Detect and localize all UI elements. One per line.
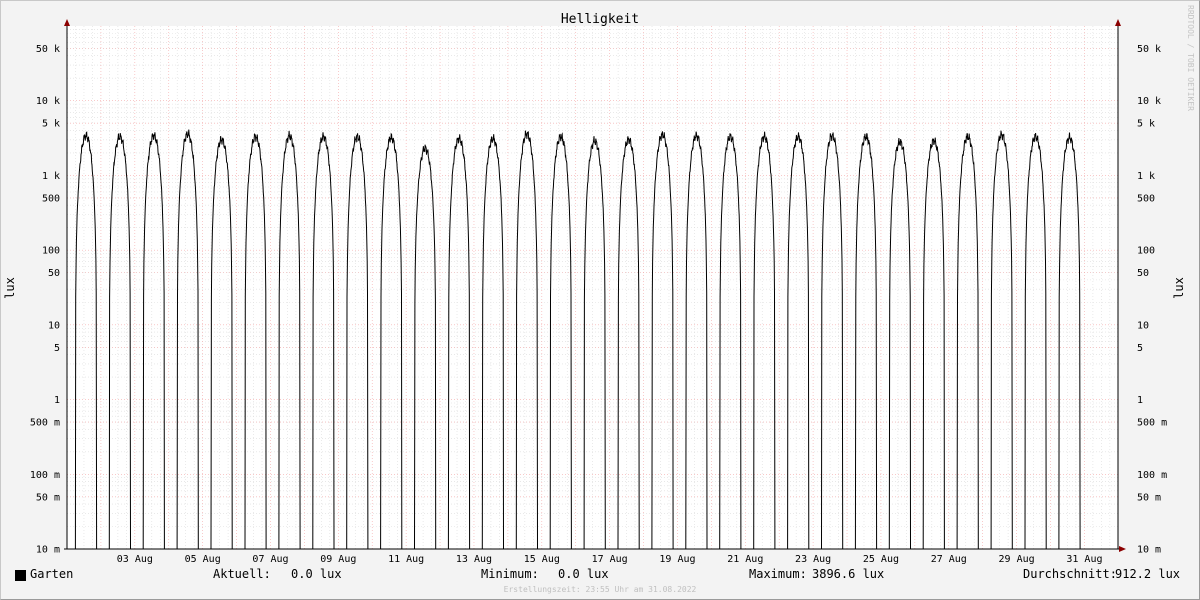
legend-max-value: 3896.6 lux [812,567,885,581]
legend-min-label: Minimum: [481,567,539,581]
y-tick-label-left: 10 m [36,545,60,556]
rrdtool-watermark: RRDTOOL / TOBI OETIKER [1186,5,1195,111]
y-tick-label-right: 10 k [1137,96,1161,107]
y-tick-label-right: 10 m [1137,545,1161,556]
creation-time-footer: Erstellungszeit: 23:55 Uhr am 31.08.2022 [503,585,697,594]
y-tick-label-left: 5 k [42,119,60,130]
legend-series-name: Garten [30,567,74,581]
y-axis-arrow-left [64,19,70,26]
x-tick-label: 21 Aug [727,554,763,565]
x-tick-label: 09 Aug [320,554,356,565]
x-tick-label: 03 Aug [117,554,153,565]
y-tick-label-left: 10 k [36,96,60,107]
x-tick-label: 23 Aug [795,554,831,565]
x-tick-label: 11 Aug [388,554,424,565]
y-tick-label-left: 100 [42,246,60,257]
x-tick-label: 29 Aug [999,554,1035,565]
y-tick-label-left: 5 [54,343,60,354]
y-tick-label-right: 1 k [1137,171,1155,182]
y-tick-label-left: 50 m [36,492,60,503]
y-tick-label-left: 50 k [36,44,60,55]
y-tick-label-right: 100 m [1137,470,1167,481]
y-tick-label-left: 500 [42,193,60,204]
y-tick-label-left: 1 [54,395,60,406]
legend-max-label: Maximum: [749,567,807,581]
legend-row: Garten Aktuell: 0.0 lux Minimum: 0.0 lux… [0,567,1200,585]
y-tick-label-right: 5 [1137,343,1143,354]
y-tick-label-right: 5 k [1137,119,1155,130]
x-tick-label: 17 Aug [592,554,628,565]
x-tick-label: 31 Aug [1066,554,1102,565]
y-tick-label-right: 500 m [1137,418,1167,429]
y-tick-label-right: 50 [1137,268,1149,279]
y-tick-label-right: 100 [1137,246,1155,257]
y-tick-label-right: 500 [1137,193,1155,204]
x-tick-label: 19 Aug [659,554,695,565]
legend-avg-value: 912.2 lux [1115,567,1181,581]
y-tick-label-right: 50 k [1137,44,1161,55]
legend-current-label: Aktuell: [213,567,271,581]
legend-swatch-garten [15,570,26,581]
x-tick-label: 25 Aug [863,554,899,565]
y-tick-label-right: 10 [1137,320,1149,331]
y-tick-label-left: 500 m [30,418,60,429]
x-tick-label: 15 Aug [524,554,560,565]
legend-current-value: 0.0 lux [291,567,342,581]
y-axis-label-left: lux [3,277,17,299]
legend-avg-label: Durchschnitt: [1023,567,1117,581]
y-axis-label-right: lux [1172,277,1186,299]
y-tick-label-left: 1 k [42,171,60,182]
x-tick-label: 27 Aug [931,554,967,565]
y-tick-label-left: 10 [48,320,60,331]
x-tick-label: 13 Aug [456,554,492,565]
y-axis-arrow-right [1115,19,1121,26]
y-tick-label-left: 100 m [30,470,60,481]
chart-title: Helligkeit [561,12,639,27]
x-tick-label: 07 Aug [252,554,288,565]
y-tick-label-right: 50 m [1137,492,1161,503]
legend-min-value: 0.0 lux [558,567,609,581]
x-axis-arrow [1119,546,1126,552]
x-tick-label: 05 Aug [185,554,221,565]
y-tick-label-right: 1 [1137,395,1143,406]
brightness-chart: Helligkeit lux lux 50 k 50 k 10 k 10 k 5 k 5 … [3,12,1186,565]
y-tick-label-left: 50 [48,268,60,279]
